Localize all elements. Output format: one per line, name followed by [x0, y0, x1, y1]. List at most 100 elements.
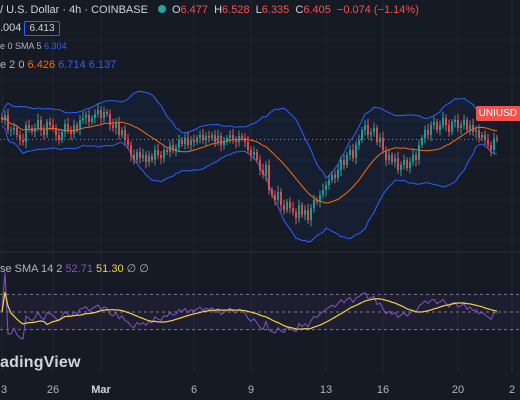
price-prefix: .004	[0, 22, 22, 34]
candle-body	[169, 145, 171, 152]
candle-body	[22, 140, 24, 142]
candle-body	[79, 120, 81, 130]
candle-body	[442, 118, 444, 125]
candle-body	[298, 205, 300, 218]
candle-body	[271, 190, 273, 195]
candle-body	[229, 135, 231, 138]
candle-body	[88, 115, 90, 122]
candle-body	[46, 122, 48, 135]
candle-body	[208, 136, 210, 138]
bb-lower-value: 6.137	[88, 59, 117, 71]
candle-body	[109, 114, 111, 125]
x-tick-label: 6	[190, 384, 198, 396]
symbol-header: / U.S. Dollar · 4h · COINBASE O6.477 H6.5…	[0, 4, 422, 16]
candle-body	[121, 130, 123, 135]
candle-body	[43, 130, 45, 135]
candle-body	[472, 125, 474, 132]
symbol-title[interactable]: / U.S. Dollar · 4h · COINBASE	[0, 4, 148, 16]
candle-body	[247, 142, 249, 150]
candle-body	[91, 118, 93, 122]
candle-body	[475, 130, 477, 132]
candle-body	[433, 122, 435, 125]
candle-body	[160, 155, 162, 158]
candle-body	[4, 115, 6, 120]
candle-body	[226, 138, 228, 142]
candle-body	[10, 130, 12, 131]
candle-body	[385, 150, 387, 160]
candle-body	[136, 152, 138, 160]
candle-body	[322, 190, 324, 195]
candle-body	[172, 145, 174, 150]
candle-body	[16, 128, 18, 135]
candle-body	[166, 150, 168, 152]
candle-body	[361, 130, 363, 140]
candle-body	[133, 155, 135, 160]
candle-body	[301, 205, 303, 215]
candle-body	[94, 114, 96, 118]
candle-body	[274, 195, 276, 200]
candle-body	[193, 140, 195, 142]
candle-body	[394, 158, 396, 162]
sma-value: 6.304	[44, 41, 67, 51]
candle-body	[223, 142, 225, 145]
candle-body	[478, 130, 480, 138]
candle-body	[406, 160, 408, 168]
ohlc-readout: O6.477 H6.528 L6.335 C6.405 −0.074 (−1.1…	[171, 4, 419, 16]
candle-body	[67, 124, 69, 130]
candle-body	[76, 125, 78, 130]
rsi-ma-value: 51.30	[96, 263, 124, 275]
candle-body	[325, 185, 327, 190]
rsi-legend[interactable]: se SMA 14 2 52.71 51.30 ∅ ∅	[0, 262, 149, 275]
candle-body	[460, 125, 462, 128]
candle-body	[178, 140, 180, 148]
candle-body	[190, 140, 192, 145]
rsi-value: 52.71	[65, 263, 93, 275]
candle-body	[436, 122, 438, 130]
candle-body	[148, 156, 150, 162]
sma-legend[interactable]: e 0 SMA 5 6.304	[0, 41, 67, 51]
candle-body	[139, 152, 141, 158]
bb-legend[interactable]: e 2 0 6.426 6.714 6.137	[0, 59, 116, 71]
x-tick-label: 3	[0, 384, 8, 396]
candle-body	[103, 112, 105, 118]
candle-body	[145, 155, 147, 162]
candle-body	[61, 132, 63, 140]
x-tick-label: 13	[319, 384, 333, 396]
candle-body	[205, 136, 207, 140]
candle-body	[7, 115, 9, 130]
candle-body	[391, 155, 393, 162]
candle-body	[100, 110, 102, 118]
candle-body	[376, 128, 378, 142]
candle-body	[373, 128, 375, 132]
candle-body	[382, 138, 384, 150]
candle-body	[58, 135, 60, 140]
candle-body	[346, 155, 348, 165]
x-tick-label: 26	[46, 384, 60, 396]
candle-body	[424, 130, 426, 138]
candle-body	[52, 125, 54, 128]
candle-body	[256, 152, 258, 160]
candle-body	[403, 160, 405, 165]
candle-body	[289, 202, 291, 208]
candle-body	[481, 135, 483, 138]
candle-body	[1, 117, 3, 120]
x-tick-label: 9	[247, 384, 255, 396]
candle-body	[64, 124, 66, 132]
price-pill[interactable]: 6.413	[24, 21, 60, 36]
candle-body	[496, 138, 498, 140]
candle-body	[418, 145, 420, 160]
candle-body	[241, 136, 243, 138]
candle-body	[25, 125, 27, 142]
symbol-price-tag: UNIUSD	[475, 106, 520, 121]
candle-body	[154, 150, 156, 160]
candle-body	[328, 180, 330, 185]
candle-body	[259, 160, 261, 170]
tradingview-logo[interactable]: adingView	[0, 354, 81, 372]
candle-body	[388, 155, 390, 160]
candle-body	[427, 130, 429, 135]
candle-body	[313, 200, 315, 208]
change-readout: −0.074 (−1.14%)	[336, 4, 419, 16]
candle-body	[157, 150, 159, 155]
candle-body	[292, 208, 294, 212]
candle-body	[349, 150, 351, 155]
